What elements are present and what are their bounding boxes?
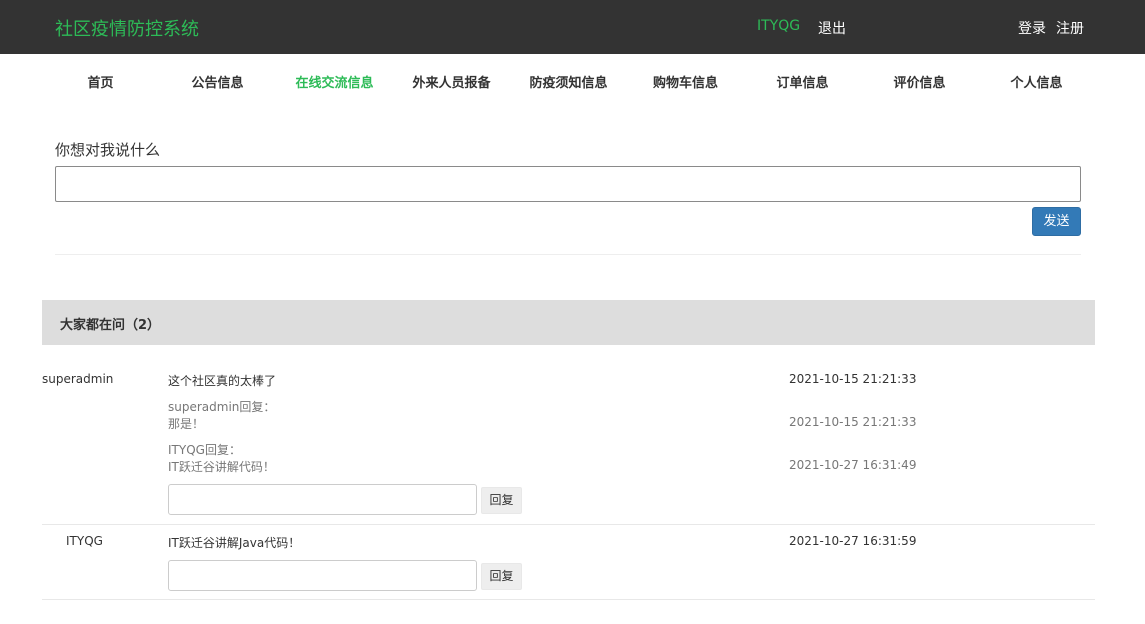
nav-item-orders[interactable]: 订单信息	[744, 72, 861, 91]
nav-item-prevention-notice[interactable]: 防疫须知信息	[510, 72, 627, 91]
discussion-panel-header: 大家都在问（2）	[42, 300, 1095, 345]
message-label: 你想对我说什么	[55, 141, 161, 159]
post-time: 2021-10-15 21:21:33	[789, 372, 917, 386]
current-user-link[interactable]: ITYQG	[757, 18, 800, 34]
site-brand[interactable]: 社区疫情防控系统	[55, 15, 199, 41]
send-button[interactable]: 发送	[1032, 207, 1081, 236]
row-divider	[42, 599, 1095, 600]
logout-link[interactable]: 退出	[818, 18, 846, 38]
discussion-title: 大家都在问（2）	[60, 318, 161, 333]
post-author: superadmin	[42, 372, 114, 386]
nav-item-announcements[interactable]: 公告信息	[159, 72, 276, 91]
login-link[interactable]: 登录	[1018, 18, 1046, 38]
main-nav: 首页 公告信息 在线交流信息 外来人员报备 防疫须知信息 购物车信息 订单信息 …	[42, 54, 1095, 106]
reply-time: 2021-10-27 16:31:49	[789, 458, 917, 472]
nav-item-profile[interactable]: 个人信息	[978, 72, 1095, 91]
nav-item-reviews[interactable]: 评价信息	[861, 72, 978, 91]
reply-time: 2021-10-15 21:21:33	[789, 415, 917, 429]
reply-input[interactable]	[168, 484, 477, 515]
reply-author: ITYQG回复：	[168, 443, 241, 457]
reply-button[interactable]: 回复	[481, 563, 522, 590]
post-content: IT跃迁谷讲解Java代码！	[168, 536, 301, 550]
post-author: ITYQG	[66, 534, 103, 548]
top-navbar: 社区疫情防控系统 ITYQG 退出 登录 注册	[0, 0, 1145, 54]
form-divider	[55, 254, 1081, 255]
nav-item-home[interactable]: 首页	[42, 72, 159, 91]
post-time: 2021-10-27 16:31:59	[789, 534, 917, 548]
post-content: 这个社区真的太棒了	[168, 374, 277, 388]
register-link[interactable]: 注册	[1056, 18, 1084, 38]
reply-text: 那是！	[168, 417, 205, 431]
reply-author: superadmin回复：	[168, 400, 276, 414]
nav-item-cart[interactable]: 购物车信息	[627, 72, 744, 91]
nav-item-online-exchange[interactable]: 在线交流信息	[276, 72, 393, 91]
reply-text: IT跃迁谷讲解代码！	[168, 460, 275, 474]
message-input[interactable]	[55, 166, 1081, 202]
row-divider	[42, 524, 1095, 525]
nav-item-visitor-report[interactable]: 外来人员报备	[393, 72, 510, 91]
reply-button[interactable]: 回复	[481, 487, 522, 514]
reply-input[interactable]	[168, 560, 477, 591]
